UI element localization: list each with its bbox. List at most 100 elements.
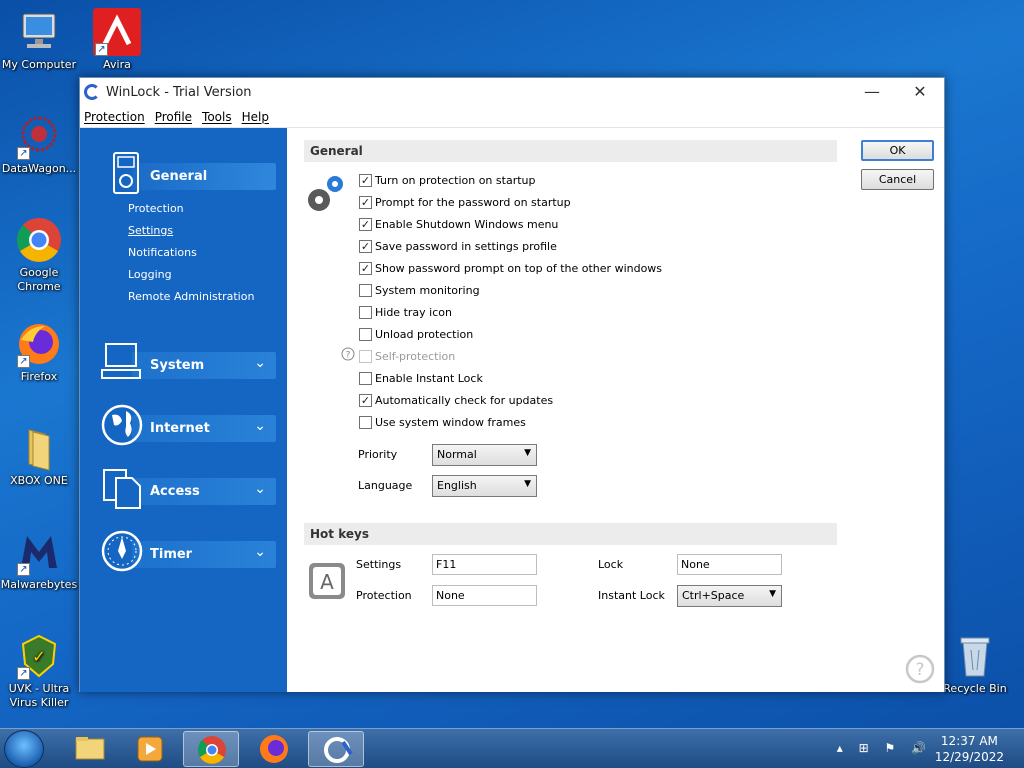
dropdown-arrow-icon: ▼: [524, 479, 531, 489]
system-tray[interactable]: ▴ ⊞ ⚑ 🔊: [837, 741, 932, 755]
option-checkbox-row[interactable]: Use system window frames: [359, 414, 526, 430]
taskbar-firefox[interactable]: [246, 731, 302, 767]
hotkey-lock-input[interactable]: None: [677, 554, 782, 575]
checkbox-unchecked[interactable]: [359, 283, 372, 297]
checkbox-checked[interactable]: ✓: [359, 261, 372, 275]
start-button[interactable]: [4, 730, 44, 768]
option-checkbox-row[interactable]: System monitoring: [359, 282, 480, 298]
sidebar-group-internet[interactable]: Internet ⌄: [92, 404, 276, 446]
sidebar-item-settings[interactable]: Settings: [128, 224, 173, 237]
clock[interactable]: 12:37 AM 12/29/2022: [935, 733, 1004, 765]
sidebar: General Protection Settings Notification…: [80, 128, 287, 692]
sidebar-item-notifications[interactable]: Notifications: [128, 246, 197, 259]
priority-label: Priority: [358, 448, 398, 461]
option-checkbox-row: Self-protection: [359, 348, 455, 364]
desktop-icon-chrome[interactable]: Google Chrome: [0, 216, 78, 294]
svg-text:A: A: [320, 570, 334, 594]
option-checkbox-row[interactable]: ✓ Automatically check for updates: [359, 392, 553, 408]
desktop-icon-label: My Computer: [1, 58, 77, 71]
general-section-heading: General: [304, 140, 837, 162]
option-checkbox-row[interactable]: Enable Instant Lock: [359, 370, 483, 386]
option-checkbox-row[interactable]: ✓ Save password in settings profile: [359, 238, 557, 254]
sidebar-group-access[interactable]: Access ⌄: [92, 469, 276, 509]
priority-select[interactable]: Normal ▼: [432, 444, 537, 466]
sidebar-item-logging[interactable]: Logging: [128, 268, 172, 281]
svg-text:?: ?: [915, 660, 924, 680]
minimize-button[interactable]: —: [848, 78, 896, 106]
option-label: Save password in settings profile: [375, 239, 557, 253]
sidebar-group-system[interactable]: System ⌄: [92, 343, 276, 379]
timer-icon: [100, 529, 144, 573]
title-bar[interactable]: WinLock - Trial Version — ✕: [80, 78, 944, 106]
hotkey-settings-input[interactable]: F11: [432, 554, 537, 575]
avira-icon: ↗: [93, 8, 141, 56]
computer-icon: [15, 8, 63, 56]
firefox-icon: [260, 735, 288, 763]
hotkey-lock-label: Lock: [598, 558, 624, 571]
hotkey-instant-lock-label: Instant Lock: [598, 589, 665, 602]
menu-profile[interactable]: Profile: [155, 110, 192, 124]
desktop-icon-xbox-folder[interactable]: XBOX ONE: [0, 424, 78, 488]
help-circle-icon[interactable]: ?: [905, 654, 935, 684]
menu-tools[interactable]: Tools: [202, 110, 232, 124]
checkbox-checked[interactable]: ✓: [359, 195, 372, 209]
firefox-icon: ↗: [15, 320, 63, 368]
checkbox-unchecked[interactable]: [359, 371, 372, 385]
checkbox-checked[interactable]: ✓: [359, 393, 372, 407]
ok-button[interactable]: OK: [861, 140, 934, 161]
taskbar-explorer[interactable]: [62, 731, 118, 767]
shortcut-arrow-icon: ↗: [17, 563, 30, 576]
option-checkbox-row[interactable]: ✓ Prompt for the password on startup: [359, 194, 571, 210]
checkbox-checked[interactable]: ✓: [359, 173, 372, 187]
desktop-icon-firefox[interactable]: ↗ Firefox: [0, 320, 78, 384]
option-checkbox-row[interactable]: Hide tray icon: [359, 304, 452, 320]
keyboard-key-icon: A: [308, 562, 346, 600]
sidebar-group-timer[interactable]: Timer ⌄: [92, 530, 276, 572]
checkbox-unchecked[interactable]: [359, 305, 372, 319]
option-label: Hide tray icon: [375, 305, 452, 319]
desktop-icon-recycle-bin[interactable]: Recycle Bin: [936, 632, 1014, 696]
sidebar-item-remote-administration[interactable]: Remote Administration: [128, 290, 254, 303]
checkbox-checked[interactable]: ✓: [359, 239, 372, 253]
close-button[interactable]: ✕: [896, 78, 944, 106]
shortcut-arrow-icon: ↗: [17, 355, 30, 368]
hotkey-instant-lock-select[interactable]: Ctrl+Space ▼: [677, 585, 782, 607]
desktop-icon-my-computer[interactable]: My Computer: [0, 8, 78, 72]
taskbar-winlock[interactable]: [308, 731, 364, 767]
sidebar-group-general[interactable]: General: [92, 152, 276, 194]
winlock-window: WinLock - Trial Version — ✕ Protection P…: [79, 77, 945, 692]
option-label: Prompt for the password on startup: [375, 195, 571, 209]
uvk-icon: ✓ ↗: [15, 632, 63, 680]
datawagon-icon: ↗: [15, 112, 63, 160]
instant-lock-value: Ctrl+Space: [682, 589, 745, 602]
desktop-icon-uvk[interactable]: ✓ ↗ UVK - Ultra Virus Killer: [0, 632, 78, 710]
cancel-button[interactable]: Cancel: [861, 169, 934, 190]
folder-icon: [15, 424, 63, 472]
language-label: Language: [358, 479, 413, 492]
help-icon[interactable]: ?: [341, 346, 355, 362]
taskbar-media-player[interactable]: [122, 731, 178, 767]
checkbox-checked[interactable]: ✓: [359, 217, 372, 231]
language-select[interactable]: English ▼: [432, 475, 537, 497]
desktop-icon-label: DataWagon...: [1, 162, 77, 175]
menu-help[interactable]: Help: [242, 110, 269, 124]
winlock-app-icon: [84, 84, 100, 100]
checkbox-unchecked[interactable]: [359, 415, 372, 429]
desktop-icon-malwarebytes[interactable]: ↗ Malwarebytes: [0, 528, 78, 592]
checkbox-unchecked[interactable]: [359, 327, 372, 341]
taskbar-chrome[interactable]: [183, 731, 239, 767]
option-checkbox-row[interactable]: ✓ Show password prompt on top of the othe…: [359, 260, 662, 276]
option-checkbox-row[interactable]: ✓ Enable Shutdown Windows menu: [359, 216, 558, 232]
folder-icon: [75, 737, 105, 760]
desktop-icon-datawagon[interactable]: ↗ DataWagon...: [0, 112, 78, 176]
chevron-down-icon: ⌄: [254, 544, 266, 560]
desktop-icon-avira[interactable]: ↗ Avira: [78, 8, 156, 72]
sidebar-item-protection[interactable]: Protection: [128, 202, 184, 215]
recycle-bin-icon: [951, 632, 999, 680]
dropdown-arrow-icon: ▼: [524, 448, 531, 458]
option-checkbox-row[interactable]: Unload protection: [359, 326, 473, 342]
menu-protection[interactable]: Protection: [84, 110, 145, 124]
shortcut-arrow-icon: ↗: [17, 147, 30, 160]
option-checkbox-row[interactable]: ✓ Turn on protection on startup: [359, 172, 535, 188]
hotkey-protection-input[interactable]: None: [432, 585, 537, 606]
